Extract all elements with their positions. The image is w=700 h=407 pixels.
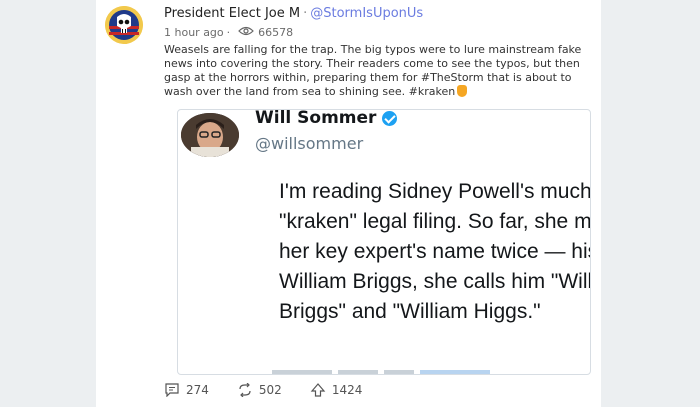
punisher-skull-avatar-icon[interactable] <box>105 6 143 44</box>
post-header: President Elect Joe M · @StormIsUponUs <box>164 6 594 24</box>
post-time[interactable]: 1 hour ago <box>164 26 224 39</box>
author-name[interactable]: President Elect Joe M <box>164 6 300 21</box>
embedded-avatar <box>181 113 239 157</box>
eye-icon <box>238 26 254 39</box>
post-card: President Elect Joe M · @StormIsUponUs 1 h… <box>96 0 601 407</box>
upvote-icon <box>310 383 326 397</box>
embedded-author-handle: @willsommer <box>255 134 364 153</box>
repost-button[interactable]: 502 <box>237 383 282 397</box>
upvote-button[interactable]: 1424 <box>310 383 363 397</box>
post-text: Weasels are falling for the trap. The bi… <box>164 43 582 98</box>
author-handle[interactable]: @StormIsUponUs <box>310 6 423 21</box>
cut-off-timestamp-line <box>272 370 490 374</box>
post-meta: 1 hour ago · 66578 <box>164 26 293 39</box>
post-actions: 274 502 1424 <box>164 383 390 397</box>
embedded-tweet-text: I'm reading Sidney Powell's much-hyped "… <box>279 180 591 323</box>
pointing-hand-icon <box>457 85 468 97</box>
repost-count: 502 <box>258 383 282 397</box>
meta-separator: · <box>226 26 231 39</box>
reply-button[interactable]: 274 <box>164 383 209 397</box>
repost-icon <box>239 383 251 397</box>
upvote-count: 1424 <box>331 383 363 397</box>
post-body: Weasels are falling for the trap. The bi… <box>164 43 594 99</box>
embedded-author-name: Will Sommer <box>255 109 398 128</box>
embedded-name-text: Will Sommer <box>255 109 377 128</box>
verified-badge-icon <box>382 110 398 126</box>
view-count: 66578 <box>258 26 294 39</box>
header-separator: · <box>303 6 308 21</box>
comment-icon <box>165 383 179 397</box>
reply-count: 274 <box>186 383 209 397</box>
embedded-tweet-image[interactable]: Will Sommer @willsommer I'm reading Sidn… <box>177 109 591 375</box>
